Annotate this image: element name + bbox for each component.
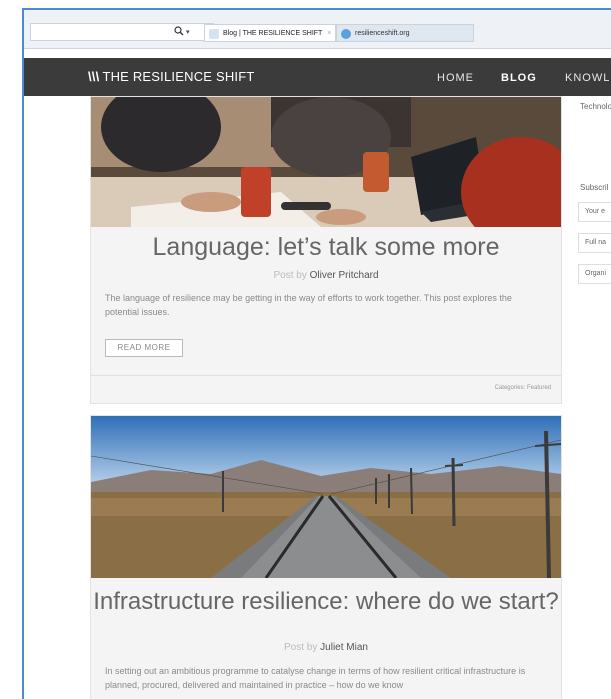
tab-title: resilienceshift.org [355,30,410,37]
logo-text: THE RESILIENCE SHIFT [102,69,255,84]
browser-window: ▾ Blog | THE RESILIENCE SHIFT × resilien… [22,8,611,699]
post-byline: Post by Oliver Pritchard [91,270,561,281]
read-more-button[interactable]: READ MORE [105,339,183,357]
site-logo[interactable]: \\\ THE RESILIENCE SHIFT [88,69,255,84]
fullname-field[interactable]: Full na [578,233,611,253]
nav-knowledge[interactable]: KNOWLE [565,72,611,84]
post-excerpt: The language of resilience may be gettin… [105,293,512,317]
post-image-meeting[interactable] [91,97,561,227]
tab-resilienceshift[interactable]: resilienceshift.org [336,24,474,42]
tab-blog[interactable]: Blog | THE RESILIENCE SHIFT × [204,24,336,42]
sidebar-technology-label: Technolo [580,102,611,111]
address-bar-icons: ▾ [174,24,190,40]
organisation-field[interactable]: Organi [578,264,611,284]
tab-title: Blog | THE RESILIENCE SHIFT [223,30,323,37]
subscribe-heading: Subscril [580,183,609,192]
email-field[interactable]: Your e [578,202,611,222]
site-header: \\\THE RESILIENCE SHIFT HOME BLOG KNOWLE [24,58,611,96]
chevron-down-icon[interactable]: ▾ [186,28,190,36]
byline-prefix: Post by [284,642,318,653]
post-title[interactable]: Infrastructure resilience: where do we s… [91,588,561,616]
ie-icon [341,29,351,39]
search-icon[interactable] [174,25,184,39]
byline-prefix: Post by [273,270,307,281]
nav-home[interactable]: HOME [437,72,474,84]
post-excerpt: In setting out an ambitious programme to… [105,666,526,690]
close-icon[interactable]: × [327,30,331,37]
post-byline: Post by Juliet Mian [91,642,561,653]
post-title[interactable]: Language: let’s talk some more [91,233,561,262]
post-image-railway[interactable] [91,416,561,578]
browser-toolbar: ▾ Blog | THE RESILIENCE SHIFT × resilien… [24,10,611,49]
logo-mark: \\\ [88,69,100,84]
post-categories[interactable]: Categories: Featured [495,385,551,391]
author-link[interactable]: Oliver Pritchard [310,270,379,281]
favicon-icon [209,29,219,39]
blog-post-card: Language: let’s talk some more Post by O… [90,96,562,404]
card-divider [91,375,561,376]
blog-post-card: Infrastructure resilience: where do we s… [90,415,562,699]
nav-blog[interactable]: BLOG [501,72,537,84]
author-link[interactable]: Juliet Mian [320,642,368,653]
